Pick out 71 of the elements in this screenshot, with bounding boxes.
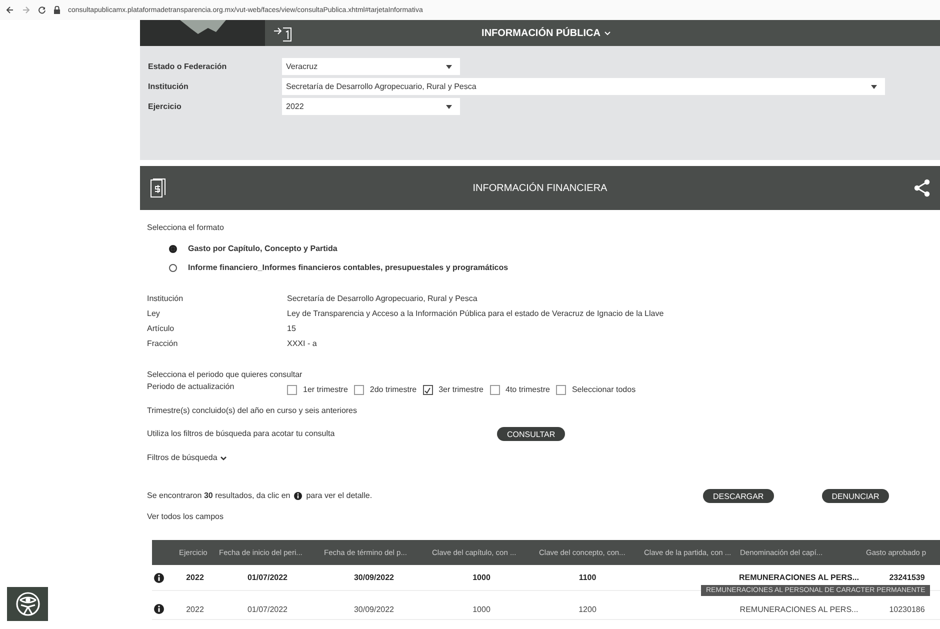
detail-value: 15 bbox=[287, 324, 296, 334]
select-field[interactable]: Secretaría de Desarrollo Agropecuario, Rural y Pesca bbox=[282, 78, 885, 95]
dropdown-caret-icon bbox=[446, 104, 452, 108]
table-cell-text: REMUNERACIONES AL PERS... bbox=[738, 573, 860, 582]
table-cell-text: 01/07/2022 bbox=[246, 573, 289, 582]
filters-toggle[interactable]: Filtros de búsqueda bbox=[147, 453, 218, 463]
dropdown-caret-icon bbox=[871, 84, 877, 88]
table-cell-text: 10230186 bbox=[888, 605, 926, 614]
checkbox-label[interactable]: 3er trimestre bbox=[438, 385, 484, 395]
checkbox[interactable] bbox=[354, 385, 364, 395]
table-cell-text: 2022 bbox=[185, 573, 205, 582]
table-cell-text: REMUNERACIONES AL PERS... bbox=[738, 605, 860, 614]
filter-label: Ejercicio bbox=[148, 102, 182, 111]
chevron-down-icon[interactable] bbox=[220, 456, 228, 460]
report-button[interactable]: DENUNCIAR bbox=[822, 489, 890, 503]
results-text: para ver el detalle. bbox=[306, 491, 372, 501]
table-cell-text: 1200 bbox=[578, 605, 598, 614]
dropdown-caret-icon bbox=[446, 64, 452, 68]
info-icon[interactable] bbox=[154, 604, 164, 614]
checkbox-label[interactable]: 2do trimestre bbox=[370, 385, 417, 395]
consult-button[interactable]: CONSULTAR bbox=[497, 427, 566, 441]
checkbox[interactable] bbox=[422, 385, 433, 395]
search-hint: Utiliza los filtros de búsqueda para acotar tu consulta bbox=[147, 429, 336, 439]
filter-label: Estado o Federación bbox=[148, 62, 228, 71]
table-cell-text: 1100 bbox=[578, 573, 598, 582]
checkbox-label[interactable]: 4to trimestre bbox=[506, 385, 550, 395]
radio-label[interactable]: Gasto por Capítulo, Concepto y Partida bbox=[188, 244, 338, 254]
period-note: Trimestre(s) concluido(s) del año en curso y seis anteriores bbox=[147, 406, 358, 416]
select-field[interactable]: 2022 bbox=[282, 98, 460, 115]
detail-label: Artículo bbox=[147, 324, 176, 334]
table-cell-text: 01/07/2022 bbox=[246, 605, 289, 614]
table-cell-text: 30/09/2022 bbox=[352, 573, 396, 582]
detail-label: Ley bbox=[147, 309, 161, 319]
detail-label: Fracción bbox=[147, 339, 179, 349]
accessibility-button[interactable] bbox=[7, 587, 48, 621]
radio-button[interactable] bbox=[169, 264, 177, 272]
detail-label: Institución bbox=[147, 294, 184, 304]
reload-icon[interactable] bbox=[38, 6, 46, 14]
download-button[interactable]: DESCARGAR bbox=[703, 489, 774, 503]
checkbox[interactable] bbox=[287, 385, 297, 395]
detail-value: XXXI - a bbox=[287, 339, 317, 349]
show-all-fields-link[interactable]: Ver todos los campos bbox=[147, 512, 940, 522]
back-arrow-icon[interactable] bbox=[6, 6, 14, 14]
login-icon[interactable] bbox=[273, 26, 293, 42]
table-cell-text: 30/09/2022 bbox=[352, 605, 396, 614]
results-text: Se encontraron 30 resultados, da clic en bbox=[147, 491, 290, 501]
accessibility-icon bbox=[14, 591, 40, 617]
checkbox-label[interactable]: Seleccionar todos bbox=[572, 385, 636, 395]
detail-value: Secretaría de Desarrollo Agropecuario, Rural y Pesca bbox=[287, 294, 478, 304]
period-prompt: Selecciona el periodo que quieres consultar bbox=[147, 370, 304, 380]
table-cell-text: 1000 bbox=[472, 573, 492, 582]
section-title: INFORMACIÓN FINANCIERA bbox=[472, 182, 608, 194]
select-field[interactable]: Veracruz bbox=[282, 58, 460, 75]
share-icon[interactable] bbox=[914, 179, 930, 197]
checkbox[interactable] bbox=[490, 385, 500, 395]
document-dollar-icon bbox=[150, 178, 166, 198]
format-prompt: Selecciona el formato bbox=[147, 223, 225, 233]
table-cell-text: 23241539 bbox=[888, 573, 926, 582]
checkbox[interactable] bbox=[556, 385, 566, 395]
checkbox-label[interactable]: 1er trimestre bbox=[303, 385, 348, 395]
radio-label[interactable]: Informe financiero_Informes financieros contables, presupuestales y programáticos bbox=[188, 263, 508, 273]
period-label: Periodo de actualización bbox=[147, 382, 236, 392]
radio-button[interactable] bbox=[169, 245, 177, 253]
table-cell-text: 1000 bbox=[472, 605, 492, 614]
header-title[interactable]: INFORMACIÓN PÚBLICA bbox=[482, 28, 600, 38]
lock-icon bbox=[54, 6, 60, 14]
info-icon bbox=[294, 492, 302, 500]
table-cell-text: 2022 bbox=[185, 605, 205, 614]
info-icon[interactable] bbox=[154, 572, 164, 582]
detail-value: Ley de Transparencia y Acceso a la Información Pública para el estado de Veracruz de Ignacio de la Llave bbox=[287, 309, 664, 319]
filter-label: Institución bbox=[148, 82, 190, 91]
